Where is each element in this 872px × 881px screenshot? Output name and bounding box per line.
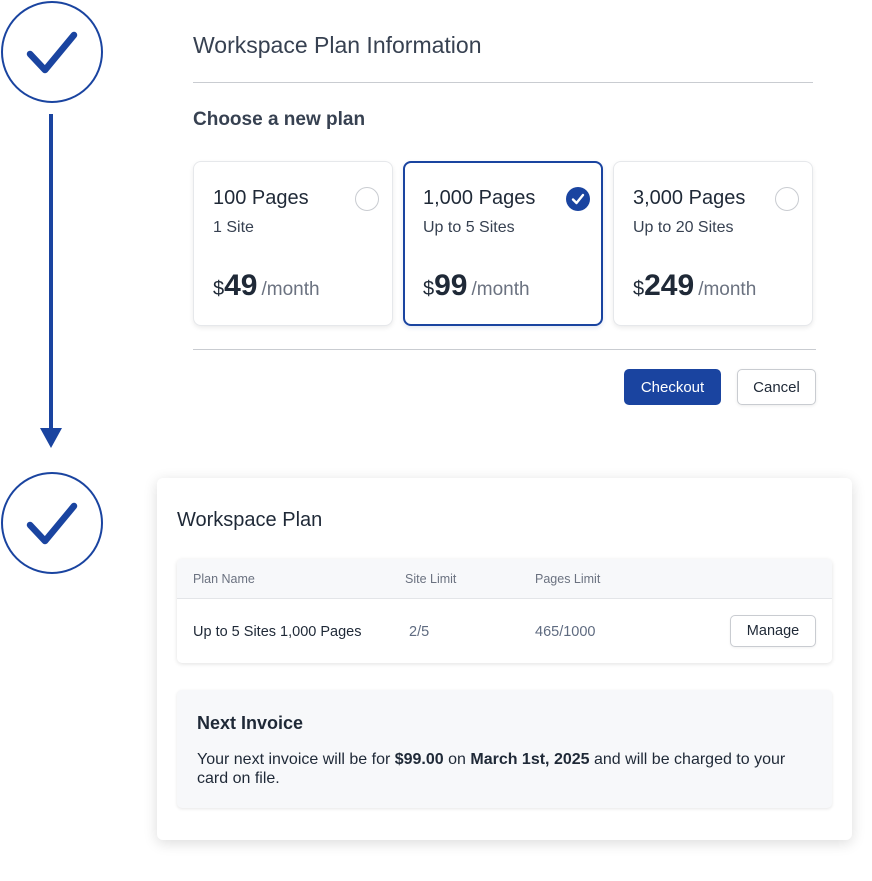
price-currency: $ [423,278,435,300]
plan-pages-label: 100 Pages [213,187,309,209]
price-amount: 249 [644,269,695,302]
invoice-text-part: on [443,751,471,768]
plan-card-3000-pages[interactable]: 3,000 Pages Up to 20 Sites $249/month [613,161,813,326]
section-heading: Choose a new plan [193,109,366,130]
arrow-down-icon [40,428,62,448]
plan-table: Plan Name Site Limit Pages Limit Up to 5… [177,559,832,663]
table-header: Plan Name Site Limit Pages Limit [177,559,832,599]
divider [193,82,813,83]
price-currency: $ [633,278,645,300]
cancel-button[interactable]: Cancel [737,369,816,405]
checkout-button[interactable]: Checkout [624,369,721,405]
cell-site-limit: 2/5 [409,624,430,640]
invoice-title: Next Invoice [197,713,304,733]
plan-sites-label: Up to 20 Sites [633,219,734,236]
price-amount: 49 [224,269,258,302]
plan-card-1000-pages[interactable]: 1,000 Pages Up to 5 Sites $99/month [403,161,603,326]
plan-price: $249/month [633,269,756,303]
price-period: /month [471,279,530,300]
cell-plan-name: Up to 5 Sites 1,000 Pages [193,624,362,640]
page-title: Workspace Plan Information [193,32,482,58]
invoice-text-part: Your next invoice will be for [197,751,395,768]
price-amount: 99 [434,269,468,302]
plan-price: $99/month [423,269,530,303]
price-currency: $ [213,278,225,300]
manage-button[interactable]: Manage [730,615,816,647]
column-header-pages-limit: Pages Limit [535,572,601,586]
column-header-plan-name: Plan Name [193,572,255,586]
next-invoice-box: Next Invoice Your next invoice will be f… [177,690,832,808]
plan-sites-label: 1 Site [213,219,254,236]
invoice-text: Your next invoice will be for $99.00 on … [197,750,812,788]
plan-radio-checked[interactable] [566,187,590,211]
step-2-complete-indicator [1,472,103,574]
invoice-date: March 1st, 2025 [470,751,590,768]
check-icon [26,31,78,74]
plan-pages-label: 3,000 Pages [633,187,746,209]
check-icon [26,502,78,545]
invoice-amount: $99.00 [394,751,444,768]
plan-sites-label: Up to 5 Sites [423,219,515,236]
divider [193,349,816,350]
column-header-site-limit: Site Limit [405,572,457,586]
step-1-complete-indicator [1,1,103,103]
plan-pages-label: 1,000 Pages [423,187,536,209]
plan-price: $49/month [213,269,320,303]
workspace-plan-panel: Workspace Plan Plan Name Site Limit Page… [157,478,852,840]
plan-card-100-pages[interactable]: 100 Pages 1 Site $49/month [193,161,393,326]
panel-title: Workspace Plan [177,509,323,531]
plan-radio[interactable] [355,187,379,211]
step-connector-line [49,114,53,430]
plan-radio[interactable] [775,187,799,211]
check-icon [571,193,585,205]
cell-pages-limit: 465/1000 [535,624,596,640]
price-period: /month [698,279,757,300]
price-period: /month [261,279,320,300]
